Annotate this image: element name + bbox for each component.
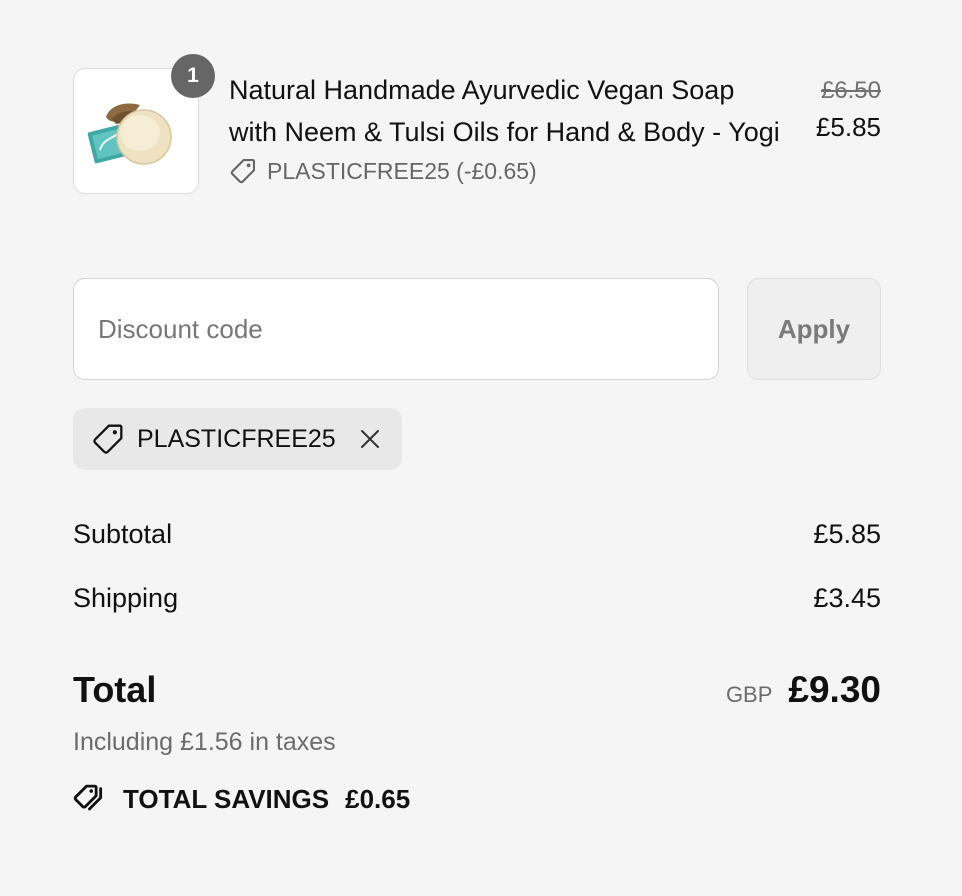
line-item: 1 Natural Handmade Ayurvedic Vegan Soap … <box>73 54 881 238</box>
savings-value: £0.65 <box>345 783 411 814</box>
subtotal-label: Subtotal <box>73 518 173 549</box>
subtotal-row: Subtotal £5.85 <box>73 514 881 554</box>
quantity-badge: 1 <box>171 54 215 98</box>
product-info: Natural Handmade Ayurvedic Vegan Soap wi… <box>229 68 789 185</box>
applied-discount-chip: PLASTICFREE25 <box>73 408 402 470</box>
total-row: Total GBP £9.30 <box>73 666 881 714</box>
apply-button[interactable]: Apply <box>747 278 881 380</box>
tag-icon <box>93 424 123 454</box>
taxes-note: Including £1.56 in taxes <box>73 728 336 756</box>
total-amount-group: GBP £9.30 <box>726 669 881 711</box>
shipping-row: Shipping £3.45 <box>73 578 881 618</box>
order-summary: 1 Natural Handmade Ayurvedic Vegan Soap … <box>73 0 881 896</box>
product-discount-text: PLASTICFREE25 (-£0.65) <box>267 157 537 184</box>
applied-code-label: PLASTICFREE25 <box>137 424 336 453</box>
shipping-value: £3.45 <box>813 582 881 613</box>
total-amount: £9.30 <box>788 669 881 710</box>
product-discount: PLASTICFREE25 (-£0.65) <box>229 157 789 185</box>
total-label: Total <box>73 669 157 710</box>
product-title: Natural Handmade Ayurvedic Vegan Soap wi… <box>229 75 780 147</box>
original-price: £6.50 <box>820 77 881 104</box>
discount-code-input[interactable] <box>73 278 719 380</box>
shipping-label: Shipping <box>73 582 179 613</box>
total-savings: TOTAL SAVINGS £0.65 <box>73 782 410 816</box>
tags-icon <box>73 784 103 811</box>
remove-discount-button[interactable] <box>358 427 382 451</box>
discounted-price: £5.85 <box>815 112 881 142</box>
subtotal-value: £5.85 <box>813 518 881 549</box>
soap-image <box>87 103 172 165</box>
tag-icon <box>230 158 256 184</box>
close-icon <box>360 430 379 448</box>
product-prices: £6.50 £5.85 <box>816 76 881 148</box>
currency-code: GBP <box>725 682 773 707</box>
savings-label: TOTAL SAVINGS <box>123 783 330 814</box>
